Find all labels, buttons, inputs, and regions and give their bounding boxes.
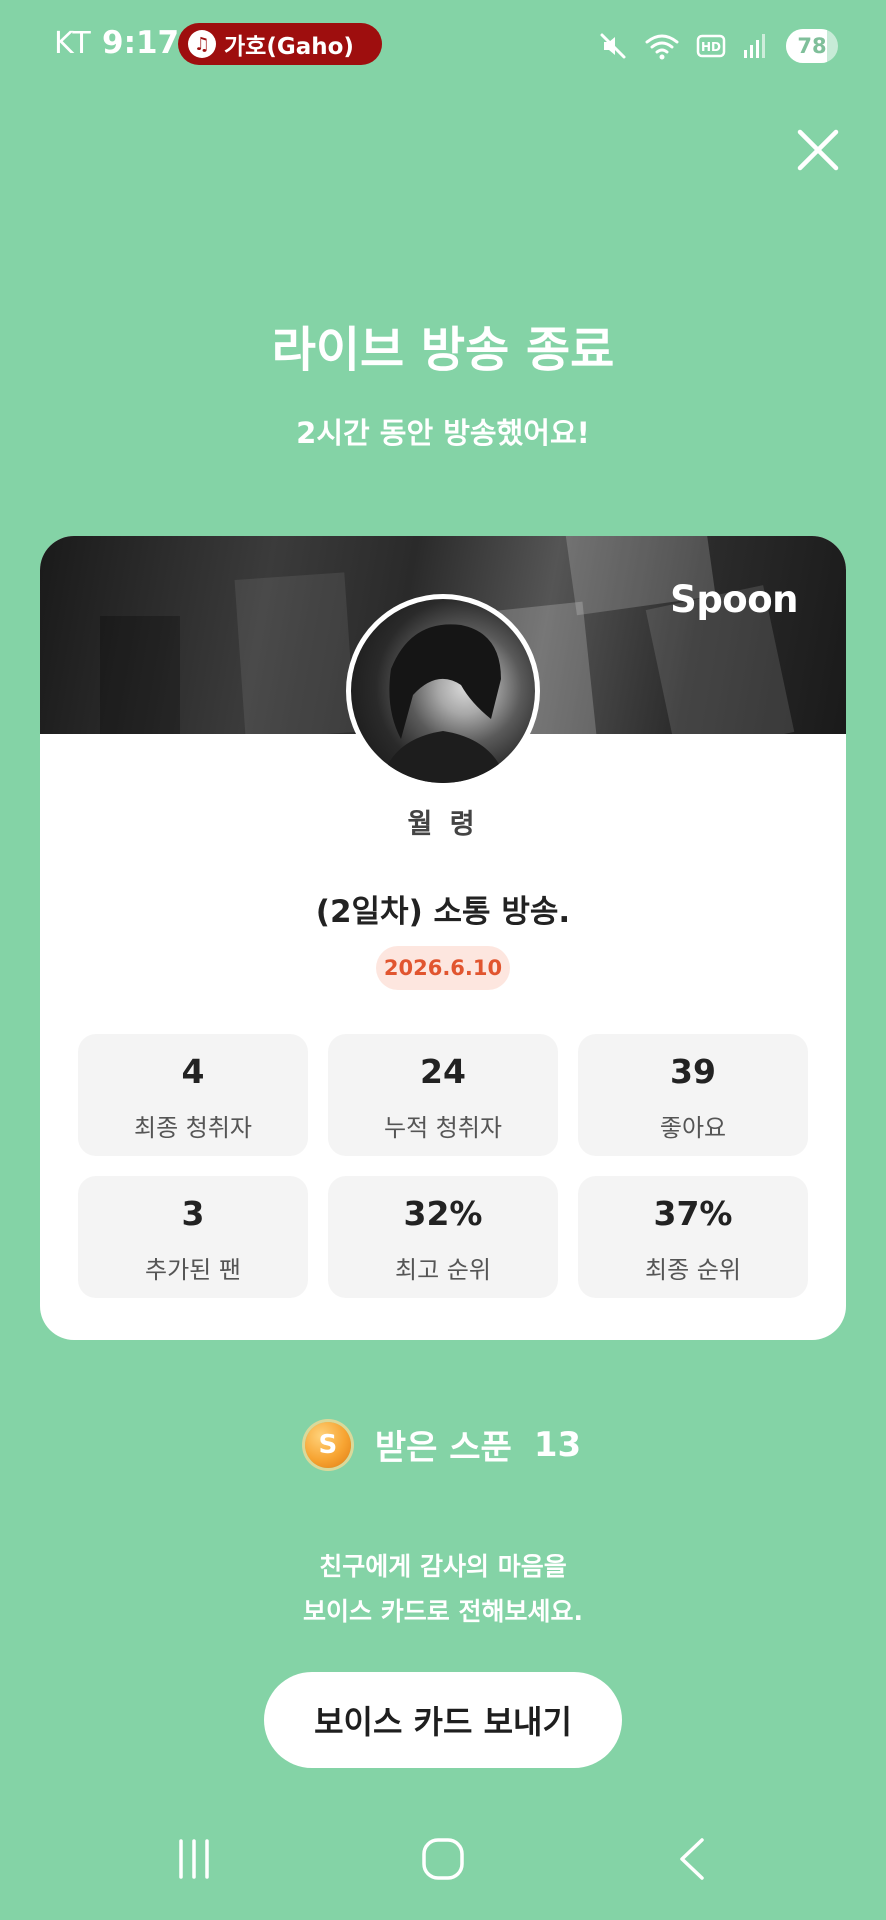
clock: 9:17 — [102, 25, 180, 61]
stat-final-rank: 37% 최종 순위 — [578, 1176, 808, 1298]
system-nav-bar — [0, 1820, 886, 1900]
back-icon — [680, 1838, 704, 1880]
spoon-logo: Spoon — [670, 578, 798, 621]
stat-value: 32% — [403, 1194, 483, 1233]
avatar[interactable] — [346, 594, 540, 788]
stat-label: 좋아요 — [659, 1114, 727, 1142]
recent-apps-icon — [179, 1839, 209, 1879]
carrier-label: KT — [54, 26, 92, 61]
page-title: 라이브 방송 종료 — [271, 322, 615, 378]
date-badge: 2026.6.10 — [376, 946, 510, 990]
back-button[interactable] — [662, 1834, 722, 1884]
stat-label: 추가된 팬 — [145, 1256, 241, 1284]
send-voice-card-button[interactable]: 보이스 카드 보내기 — [264, 1672, 622, 1768]
stats-grid: 4 최종 청취자 24 누적 청취자 39 좋아요 3 추가된 팬 32% 최고… — [78, 1034, 808, 1298]
battery-level: 78 — [797, 34, 827, 58]
voice-card-prompt: 친구에게 감사의 마음을 보이스 카드로 전해보세요. — [0, 1544, 886, 1634]
wifi-icon — [644, 31, 680, 61]
stat-best-rank: 32% 최고 순위 — [328, 1176, 558, 1298]
stat-final-listeners: 4 최종 청취자 — [78, 1034, 308, 1156]
page-subtitle: 2시간 동안 방송했어요! — [296, 416, 590, 450]
stat-value: 37% — [653, 1194, 733, 1233]
now-playing-title: 가호(Gaho) — [224, 34, 354, 60]
close-button[interactable] — [794, 126, 842, 174]
mute-icon — [598, 31, 628, 61]
status-icons: HD 78 — [582, 24, 838, 68]
broadcast-summary-card: Spoon 월 령 (2일차) 소통 방송. 2026.6.10 4 최종 청취… — [40, 536, 846, 1340]
music-note-icon: ♫ — [188, 30, 216, 58]
stat-likes: 39 좋아요 — [578, 1034, 808, 1156]
streamer-name: 월 령 — [407, 809, 479, 840]
prompt-line-1: 친구에게 감사의 마음을 — [319, 1552, 567, 1581]
battery-icon: 78 — [786, 29, 838, 63]
home-button[interactable] — [413, 1834, 473, 1884]
stat-label: 최종 순위 — [645, 1256, 741, 1284]
stat-value: 4 — [181, 1052, 205, 1091]
stat-total-listeners: 24 누적 청취자 — [328, 1034, 558, 1156]
prompt-line-2: 보이스 카드로 전해보세요. — [303, 1597, 583, 1626]
signal-icon — [742, 32, 768, 60]
close-icon — [797, 129, 839, 171]
spoon-count: 13 — [533, 1424, 582, 1465]
hd-voice-icon: HD — [696, 32, 726, 60]
received-spoons: S 받은 스푼 13 — [0, 1420, 886, 1469]
stat-new-fans: 3 추가된 팬 — [78, 1176, 308, 1298]
stat-value: 39 — [670, 1052, 716, 1091]
stat-value: 24 — [420, 1052, 466, 1091]
status-bar: KT 9:17 ♫ 가호(Gaho) HD 78 — [0, 0, 886, 92]
spoon-coin-icon: S — [304, 1421, 351, 1468]
svg-text:HD: HD — [701, 40, 721, 54]
spoon-label: 받은 스푼 — [374, 1428, 512, 1468]
stat-label: 최고 순위 — [395, 1256, 491, 1284]
stat-value: 3 — [181, 1194, 205, 1233]
broadcast-title: (2일차) 소통 방송. — [315, 894, 571, 930]
stat-label: 최종 청취자 — [133, 1114, 253, 1142]
stat-label: 누적 청취자 — [383, 1114, 503, 1142]
recent-apps-button[interactable] — [164, 1834, 224, 1884]
now-playing-chip[interactable]: ♫ 가호(Gaho) — [178, 23, 382, 65]
home-icon — [422, 1838, 464, 1880]
